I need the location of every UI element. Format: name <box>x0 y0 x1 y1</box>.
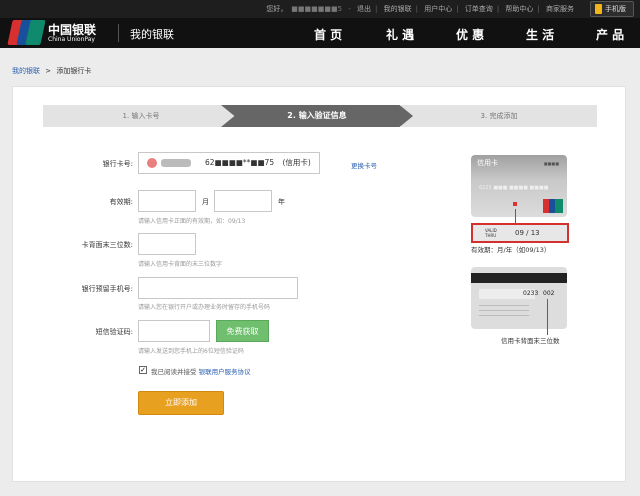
sms-label: 短信验证码: <box>95 328 133 336</box>
cvv-caption: 信用卡背面末三位数 <box>501 337 560 345</box>
cvv-sample-b: 002 <box>543 290 555 297</box>
header-divider <box>118 24 119 42</box>
nav-home[interactable]: 首 页 <box>314 26 342 43</box>
expiry-highlight-box: VALID THRU 09 / 13 <box>471 223 569 243</box>
change-card-link[interactable]: 更换卡号 <box>351 160 377 170</box>
agreement-text: 我已阅读并接受 银联用户服务协议 <box>151 366 251 376</box>
breadcrumb-separator: > <box>45 67 52 75</box>
card-number-label: 银行卡号: <box>102 160 133 168</box>
expiry-month-input[interactable] <box>138 190 196 212</box>
phone-icon <box>595 4 602 14</box>
unionpay-mark-icon <box>543 199 563 213</box>
mobile-version-label: 手机版 <box>605 5 626 13</box>
card-title: 信用卡 <box>477 159 498 167</box>
brand-name-en: China UnionPay <box>48 36 95 43</box>
mobile-version-button[interactable]: 手机版 <box>590 1 634 17</box>
nav-privileges[interactable]: 礼 遇 <box>386 26 414 43</box>
help-center-link[interactable]: 帮助中心 <box>505 5 533 13</box>
service-agreement-link[interactable]: 银联用户服务协议 <box>199 368 251 376</box>
top-links: 您好， ■■■■■■■5 - 退出 | 我的银联 | 用户中心 | 订单查询 | 帮助中心… <box>266 5 574 13</box>
site-title[interactable]: 我的银联 <box>130 26 174 42</box>
order-query-link[interactable]: 订单查询 <box>465 5 493 13</box>
phone-input[interactable] <box>138 277 298 299</box>
my-unionpay-link[interactable]: 我的银联 <box>384 5 412 13</box>
agree-label: 我已阅读并接受 <box>151 368 197 376</box>
progress-steps: 1. 输入卡号 3. 完成添加 2. 输入验证信息 <box>43 105 597 127</box>
get-code-button[interactable]: 免费获取 <box>216 320 269 342</box>
cvv-label: 卡背面末三位数: <box>81 241 133 249</box>
card-number-display: 62■■■■**■■75 (信用卡) <box>138 152 320 174</box>
valid-thru-text: VALID THRU <box>485 228 497 238</box>
bank-name-redacted <box>161 159 191 167</box>
magnetic-stripe <box>471 273 567 283</box>
expiry-label: 有效期: <box>109 198 133 206</box>
add-now-button[interactable]: 立即添加 <box>138 391 224 415</box>
breadcrumb: 我的银联 > 添加银行卡 <box>12 66 91 76</box>
nav-products[interactable]: 产 品 <box>596 26 624 43</box>
cvv-sample-a: 0233 <box>523 290 539 297</box>
nav-life[interactable]: 生 活 <box>526 26 554 43</box>
step-1: 1. 输入卡号 <box>43 105 239 127</box>
phone-hint: 请输入您在银行开户或办理业务时留存的手机号码 <box>138 304 271 311</box>
cvv-input[interactable] <box>138 233 196 255</box>
agree-checkbox[interactable]: ✓ <box>139 366 147 374</box>
nav-discounts[interactable]: 优 惠 <box>456 26 484 43</box>
logout-link[interactable]: 退出 <box>357 5 371 13</box>
cvv-hint: 请输入信用卡背面的末三位数字 <box>138 261 223 268</box>
top-utility-bar: 您好， ■■■■■■■5 - 退出 | 我的银联 | 用户中心 | 订单查询 | 帮助中心… <box>0 0 640 18</box>
expiry-marker <box>513 202 517 206</box>
cvv-pointer-line <box>547 299 548 335</box>
card-mini-text: ■■■■ <box>543 161 559 166</box>
main-header: 中国银联 China UnionPay 我的银联 首 页 礼 遇 优 惠 生 活… <box>0 18 640 48</box>
user-center-link[interactable]: 用户中心 <box>424 5 452 13</box>
content-panel: 1. 输入卡号 3. 完成添加 2. 输入验证信息 银行卡号: 62■■■■**… <box>12 86 626 482</box>
card-number-sample: 6225 ■■■ ■■■■ ■■■■ <box>479 185 549 191</box>
expiry-year-input[interactable] <box>214 190 272 212</box>
sms-hint: 请输入发送到您手机上的6位短信验证码 <box>138 348 244 355</box>
step-3: 3. 完成添加 <box>401 105 597 127</box>
breadcrumb-home[interactable]: 我的银联 <box>12 67 40 75</box>
merchant-service-link[interactable]: 商家服务 <box>546 5 574 13</box>
card-front-illustration: 信用卡 ■■■■ 6225 ■■■ ■■■■ ■■■■ <box>471 155 567 217</box>
card-number-value: 62■■■■**■■75 <box>205 158 275 167</box>
expiry-pointer-line <box>515 209 516 223</box>
card-type: (信用卡) <box>282 158 311 167</box>
expiry-hint: 请输入信用卡正面的有效期，如：09/13 <box>138 218 246 225</box>
username: ■■■■■■■5 <box>291 5 343 13</box>
unionpay-logo[interactable] <box>7 20 46 45</box>
month-unit: 月 <box>202 198 209 206</box>
phone-label: 银行预留手机号: <box>81 285 133 293</box>
bank-logo-icon <box>147 158 157 168</box>
year-unit: 年 <box>278 198 285 206</box>
card-back-illustration: 0233 002 <box>471 267 567 329</box>
breadcrumb-current: 添加银行卡 <box>56 67 92 75</box>
expiry-caption: 有效期：月/年（如09/13） <box>471 246 551 254</box>
sms-code-input[interactable] <box>138 320 210 342</box>
greeting-text: 您好， <box>266 5 288 13</box>
expiry-example: 09 / 13 <box>515 229 540 237</box>
step-2-active: 2. 输入验证信息 <box>221 105 413 127</box>
